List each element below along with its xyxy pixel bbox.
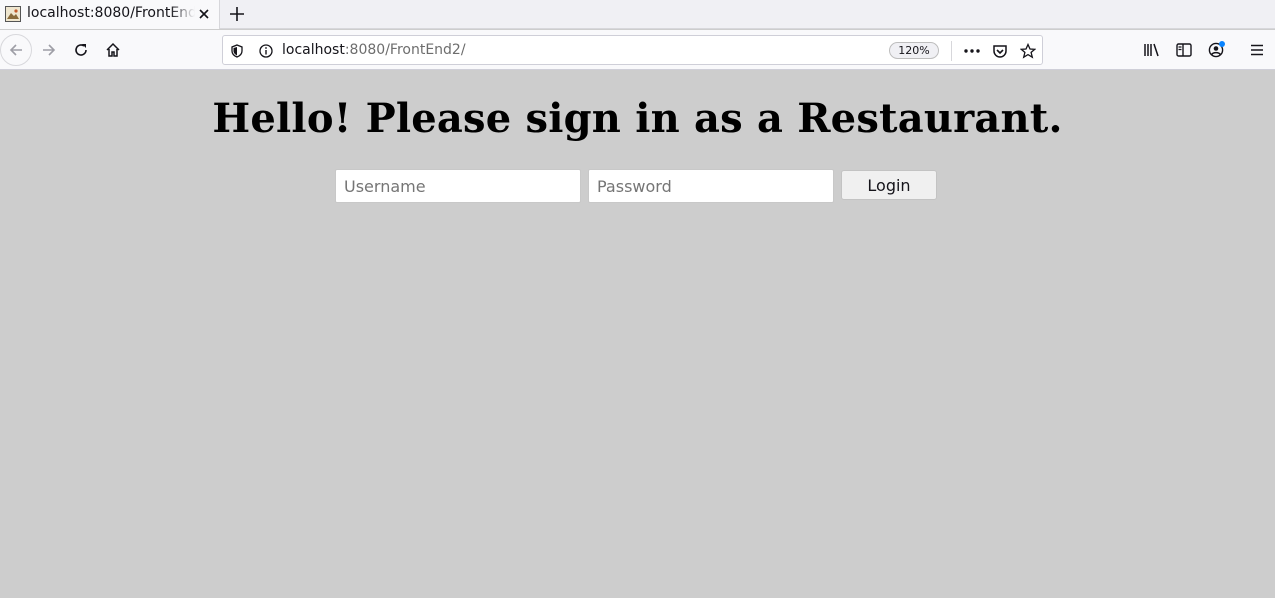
- star-icon[interactable]: [1017, 40, 1039, 62]
- page-content: Hello! Please sign in as a Restaurant. L…: [0, 71, 1275, 598]
- navigation-toolbar: localhost:8080/FrontEnd2/ 120%: [0, 30, 1275, 70]
- url-host: localhost: [282, 42, 345, 58]
- hamburger-menu-icon[interactable]: [1243, 34, 1271, 66]
- reload-icon[interactable]: [65, 34, 97, 66]
- plus-icon[interactable]: [226, 2, 248, 26]
- tab-strip: localhost:8080/FrontEnd2/: [0, 0, 1275, 29]
- browser-tab[interactable]: localhost:8080/FrontEnd2/: [0, 0, 220, 29]
- url-text[interactable]: localhost:8080/FrontEnd2/: [282, 42, 466, 58]
- account-icon[interactable]: [1202, 34, 1230, 66]
- notification-dot: [1219, 41, 1225, 47]
- library-icon[interactable]: [1138, 34, 1166, 66]
- password-input[interactable]: [588, 169, 834, 203]
- meatball-menu-icon[interactable]: [961, 40, 983, 62]
- username-input[interactable]: [335, 169, 581, 203]
- tab-title: localhost:8080/FrontEnd2/: [27, 5, 195, 21]
- info-icon[interactable]: [259, 43, 273, 58]
- arrow-right-icon[interactable]: [33, 34, 65, 66]
- arrow-left-icon[interactable]: [0, 34, 32, 66]
- page-title: Hello! Please sign in as a Restaurant.: [212, 95, 1063, 142]
- login-form: Login: [335, 169, 940, 205]
- close-icon[interactable]: [195, 5, 213, 23]
- home-icon[interactable]: [97, 34, 129, 66]
- sidebar-icon[interactable]: [1170, 34, 1198, 66]
- shield-icon[interactable]: [230, 43, 244, 58]
- pocket-icon[interactable]: [989, 40, 1011, 62]
- image-favicon-icon: [5, 6, 21, 22]
- url-path: :8080/FrontEnd2/: [344, 42, 466, 58]
- login-button[interactable]: Login: [841, 170, 937, 200]
- urlbar-divider: [951, 41, 952, 61]
- zoom-level-button[interactable]: 120%: [889, 42, 939, 59]
- url-bar[interactable]: localhost:8080/FrontEnd2/ 120%: [222, 35, 1043, 65]
